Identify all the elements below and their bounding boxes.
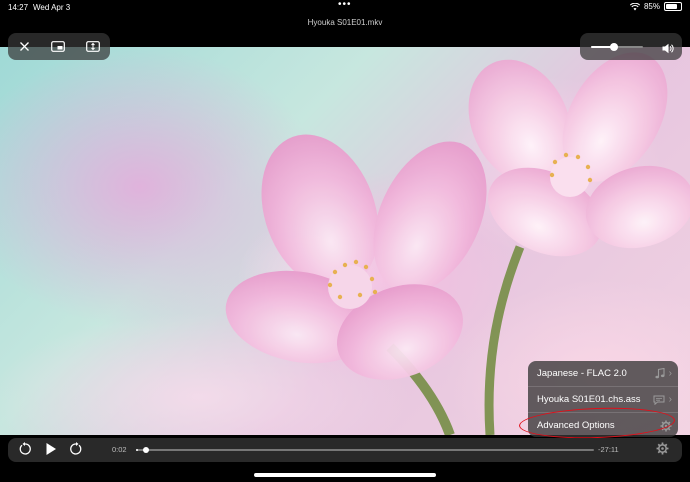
forward-icon[interactable] <box>69 442 83 461</box>
video-title: Hyouka S01E01.mkv <box>307 18 383 27</box>
wifi-icon <box>629 2 640 10</box>
remaining-time: -27:11 <box>598 445 619 454</box>
settings-gear-icon[interactable] <box>656 442 669 460</box>
status-time: 14:27 <box>8 3 29 12</box>
status-right: 85% <box>629 2 682 11</box>
top-left-controls <box>8 33 110 60</box>
rewind-icon[interactable] <box>18 442 32 461</box>
status-date: Wed Apr 3 <box>33 3 71 12</box>
playback-controls: 0:02 -27:11 <box>8 438 682 462</box>
volume-control <box>580 33 682 60</box>
menu-item-label: Japanese - FLAC 2.0 <box>537 368 627 379</box>
close-icon[interactable] <box>19 41 30 52</box>
play-icon[interactable] <box>45 442 57 461</box>
subtitle-bubble-icon <box>653 395 665 405</box>
volume-knob[interactable] <box>610 43 619 51</box>
menu-item-label: Hyouka S01E01.chs.ass <box>537 394 641 405</box>
seek-knob[interactable] <box>143 447 150 453</box>
seek-fill <box>136 449 139 451</box>
volume-slider[interactable] <box>591 43 643 51</box>
speaker-icon[interactable] <box>662 41 674 59</box>
home-indicator[interactable] <box>254 473 436 477</box>
chevron-right-icon: › <box>668 368 672 379</box>
music-note-icon <box>655 368 665 379</box>
aspect-ratio-icon[interactable] <box>85 41 100 52</box>
chevron-right-icon: › <box>668 394 672 405</box>
battery-icon <box>664 2 682 11</box>
elapsed-time: 0:02 <box>112 445 127 454</box>
multitasking-dots-icon[interactable]: ••• <box>338 0 352 10</box>
seek-bar[interactable] <box>136 447 594 453</box>
status-bar: 14:27 Wed Apr 3 ••• 85% <box>0 0 690 14</box>
battery-percent: 85% <box>643 2 660 11</box>
menu-item-audio-track[interactable]: Japanese - FLAC 2.0 › <box>528 361 678 386</box>
picture-in-picture-icon[interactable] <box>50 41 65 52</box>
